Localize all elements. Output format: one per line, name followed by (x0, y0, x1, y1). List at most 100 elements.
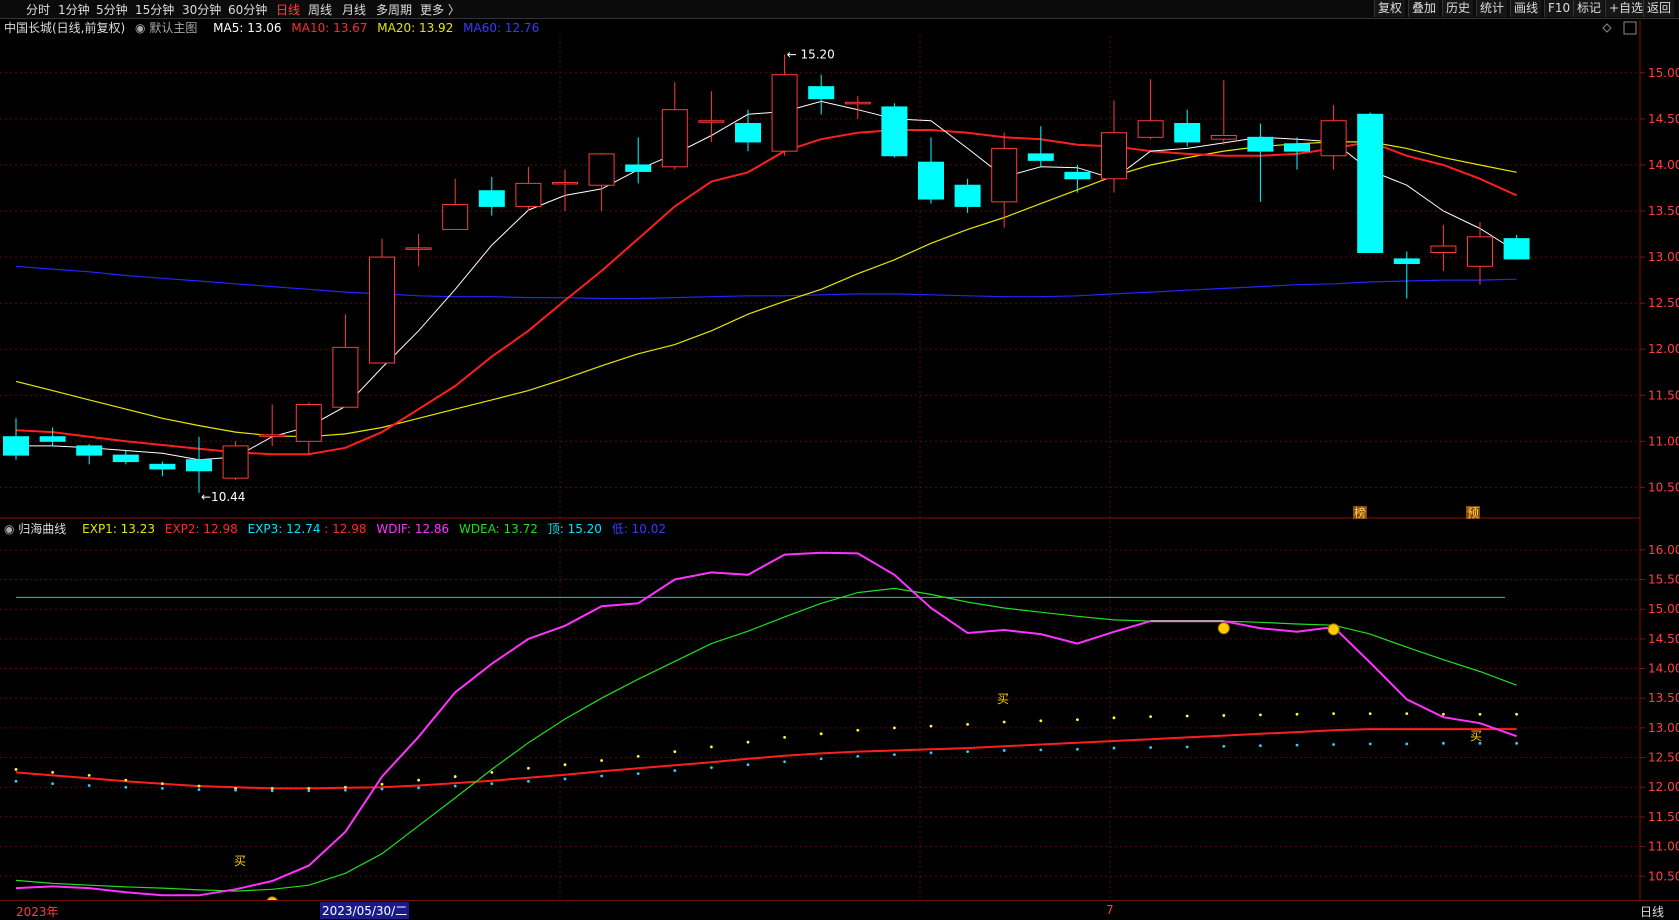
exp1-dot (783, 735, 786, 739)
exp1-dot (490, 771, 494, 774)
candle-body (1247, 136, 1274, 152)
ma60-line (15, 265, 1517, 300)
exp3-dot (1368, 742, 1372, 746)
wdea-line (15, 587, 1517, 892)
exp3-dot (1442, 741, 1445, 745)
candle-body (771, 74, 798, 152)
candle-body (698, 120, 725, 123)
exp3-dot (490, 782, 494, 786)
exp3-dot (1222, 744, 1226, 748)
candle-body (222, 445, 249, 479)
exp3-dot (1295, 743, 1299, 747)
exp3-dot (453, 784, 457, 788)
exp3-dot (1149, 746, 1152, 749)
candle-body (661, 109, 688, 168)
y-tick-label: 11.50 (1648, 810, 1679, 824)
y-tick-label: 11.00 (1648, 434, 1679, 448)
candle-body (1503, 238, 1530, 260)
exp1-dot (1368, 712, 1372, 716)
exp3-dot (87, 784, 91, 787)
kline-chart[interactable]: 15.00 14.50 14.00 13.50 13.00 12.50 12.00 11.50… (0, 0, 1679, 918)
exp3-dot (1112, 746, 1116, 750)
month-label: 7 (1106, 903, 1114, 917)
candle-body (442, 204, 469, 230)
y-tick-label: 14.00 (1648, 158, 1679, 172)
candle-body (369, 256, 395, 364)
y-tick-label: 12.50 (1648, 751, 1679, 765)
marker-label: 榜 (1354, 505, 1366, 520)
exp1-dot (87, 773, 91, 777)
exp1-dot (1405, 712, 1409, 716)
exp1-dot (161, 782, 164, 786)
exp3-dot (527, 779, 530, 783)
exp1-dot (600, 759, 603, 762)
candle-body (76, 445, 103, 456)
y-tick-label: 11.00 (1648, 840, 1679, 854)
exp3-dot (14, 779, 18, 783)
exp1-dot (14, 768, 18, 771)
candle-body (515, 182, 542, 207)
candle-body (186, 459, 212, 472)
period-label[interactable]: 日线 (1640, 903, 1664, 920)
y-tick-label: 14.50 (1648, 112, 1679, 126)
exp3-dot (893, 753, 896, 757)
exp1-dot (1076, 718, 1079, 721)
y-tick-label: 13.50 (1648, 691, 1679, 705)
exp1-dot (380, 782, 384, 786)
y-tick-label: 12.50 (1648, 296, 1679, 310)
exp2-line (15, 728, 1517, 790)
exp1-dot (636, 754, 640, 758)
exp1-dot (710, 745, 713, 749)
time-axis: 2023年 2023/05/30/二 7 日线 (0, 900, 1679, 919)
exp1-dot (527, 766, 530, 770)
candle-body (588, 153, 615, 186)
exp3-dot (234, 788, 238, 792)
signal-ball (1217, 622, 1230, 635)
exp3-dot (1039, 748, 1043, 752)
candle-body (808, 86, 835, 100)
exp1-dot (893, 726, 896, 730)
candle-body (478, 190, 505, 207)
exp3-dot (161, 787, 164, 790)
candle-body (1101, 132, 1127, 180)
candle-body (39, 436, 66, 442)
exp3-dot (51, 782, 54, 786)
exp1-dot (197, 784, 201, 788)
y-tick-label: 14.00 (1648, 662, 1679, 676)
candle-body (844, 101, 871, 105)
exp3-dot (673, 769, 677, 773)
candle-body (1137, 120, 1164, 138)
candle-body (112, 454, 139, 463)
exp1-dot (1295, 712, 1299, 716)
panel-toggle-box (1623, 21, 1637, 35)
y-tick-label: 15.50 (1648, 573, 1679, 587)
signal-ball (1327, 623, 1340, 636)
exp1-dot (1332, 712, 1335, 716)
exp1-dot (124, 778, 128, 782)
exp1-dot (1185, 714, 1189, 718)
exp1-dot (1478, 712, 1482, 716)
y-tick-label: 12.00 (1648, 780, 1679, 794)
low-annotation: ←10.44 (201, 490, 245, 504)
exp3-dot (600, 774, 603, 778)
exp1-dot (819, 732, 823, 736)
candle-body (552, 181, 578, 185)
exp3-dot (344, 788, 347, 792)
exp3-dot (380, 787, 384, 791)
exp3-dot (710, 766, 713, 770)
candle-body (259, 434, 286, 437)
candle-body (149, 463, 176, 470)
candle-body (295, 403, 322, 442)
candle-body (1430, 245, 1457, 253)
exp1-dot (1039, 719, 1043, 723)
exp3-dot (1259, 744, 1262, 748)
candle-body (1174, 123, 1201, 143)
candle-body (918, 161, 944, 200)
y-tick-label: 14.50 (1648, 632, 1679, 646)
buy-signal-label: 买 (997, 692, 1009, 706)
exp3-dot (307, 789, 311, 793)
y-tick-label: 13.00 (1648, 721, 1679, 735)
candle-body (332, 346, 359, 408)
exp3-dot (929, 751, 933, 755)
candle-body (881, 106, 908, 157)
